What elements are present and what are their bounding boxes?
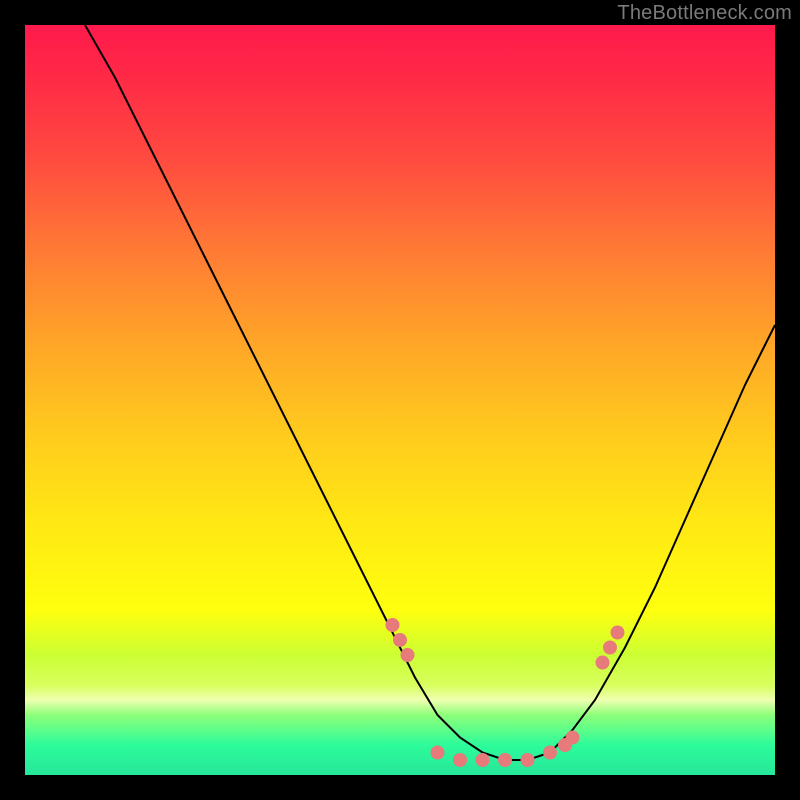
highlight-dot xyxy=(498,753,512,767)
highlight-dot xyxy=(611,626,625,640)
highlight-dot xyxy=(431,746,445,760)
highlight-dot xyxy=(603,641,617,655)
bottleneck-curve xyxy=(85,25,775,760)
chart-overlay-svg xyxy=(25,25,775,775)
highlight-dot xyxy=(393,633,407,647)
highlight-dot xyxy=(543,746,557,760)
highlight-dot xyxy=(401,648,415,662)
highlight-dots xyxy=(386,618,625,767)
highlight-dot xyxy=(386,618,400,632)
chart-frame: TheBottleneck.com xyxy=(0,0,800,800)
highlight-dot xyxy=(566,731,580,745)
highlight-dot xyxy=(453,753,467,767)
highlight-dot xyxy=(521,753,535,767)
highlight-dot xyxy=(596,656,610,670)
highlight-dot xyxy=(476,753,490,767)
watermark-text: TheBottleneck.com xyxy=(617,2,792,25)
